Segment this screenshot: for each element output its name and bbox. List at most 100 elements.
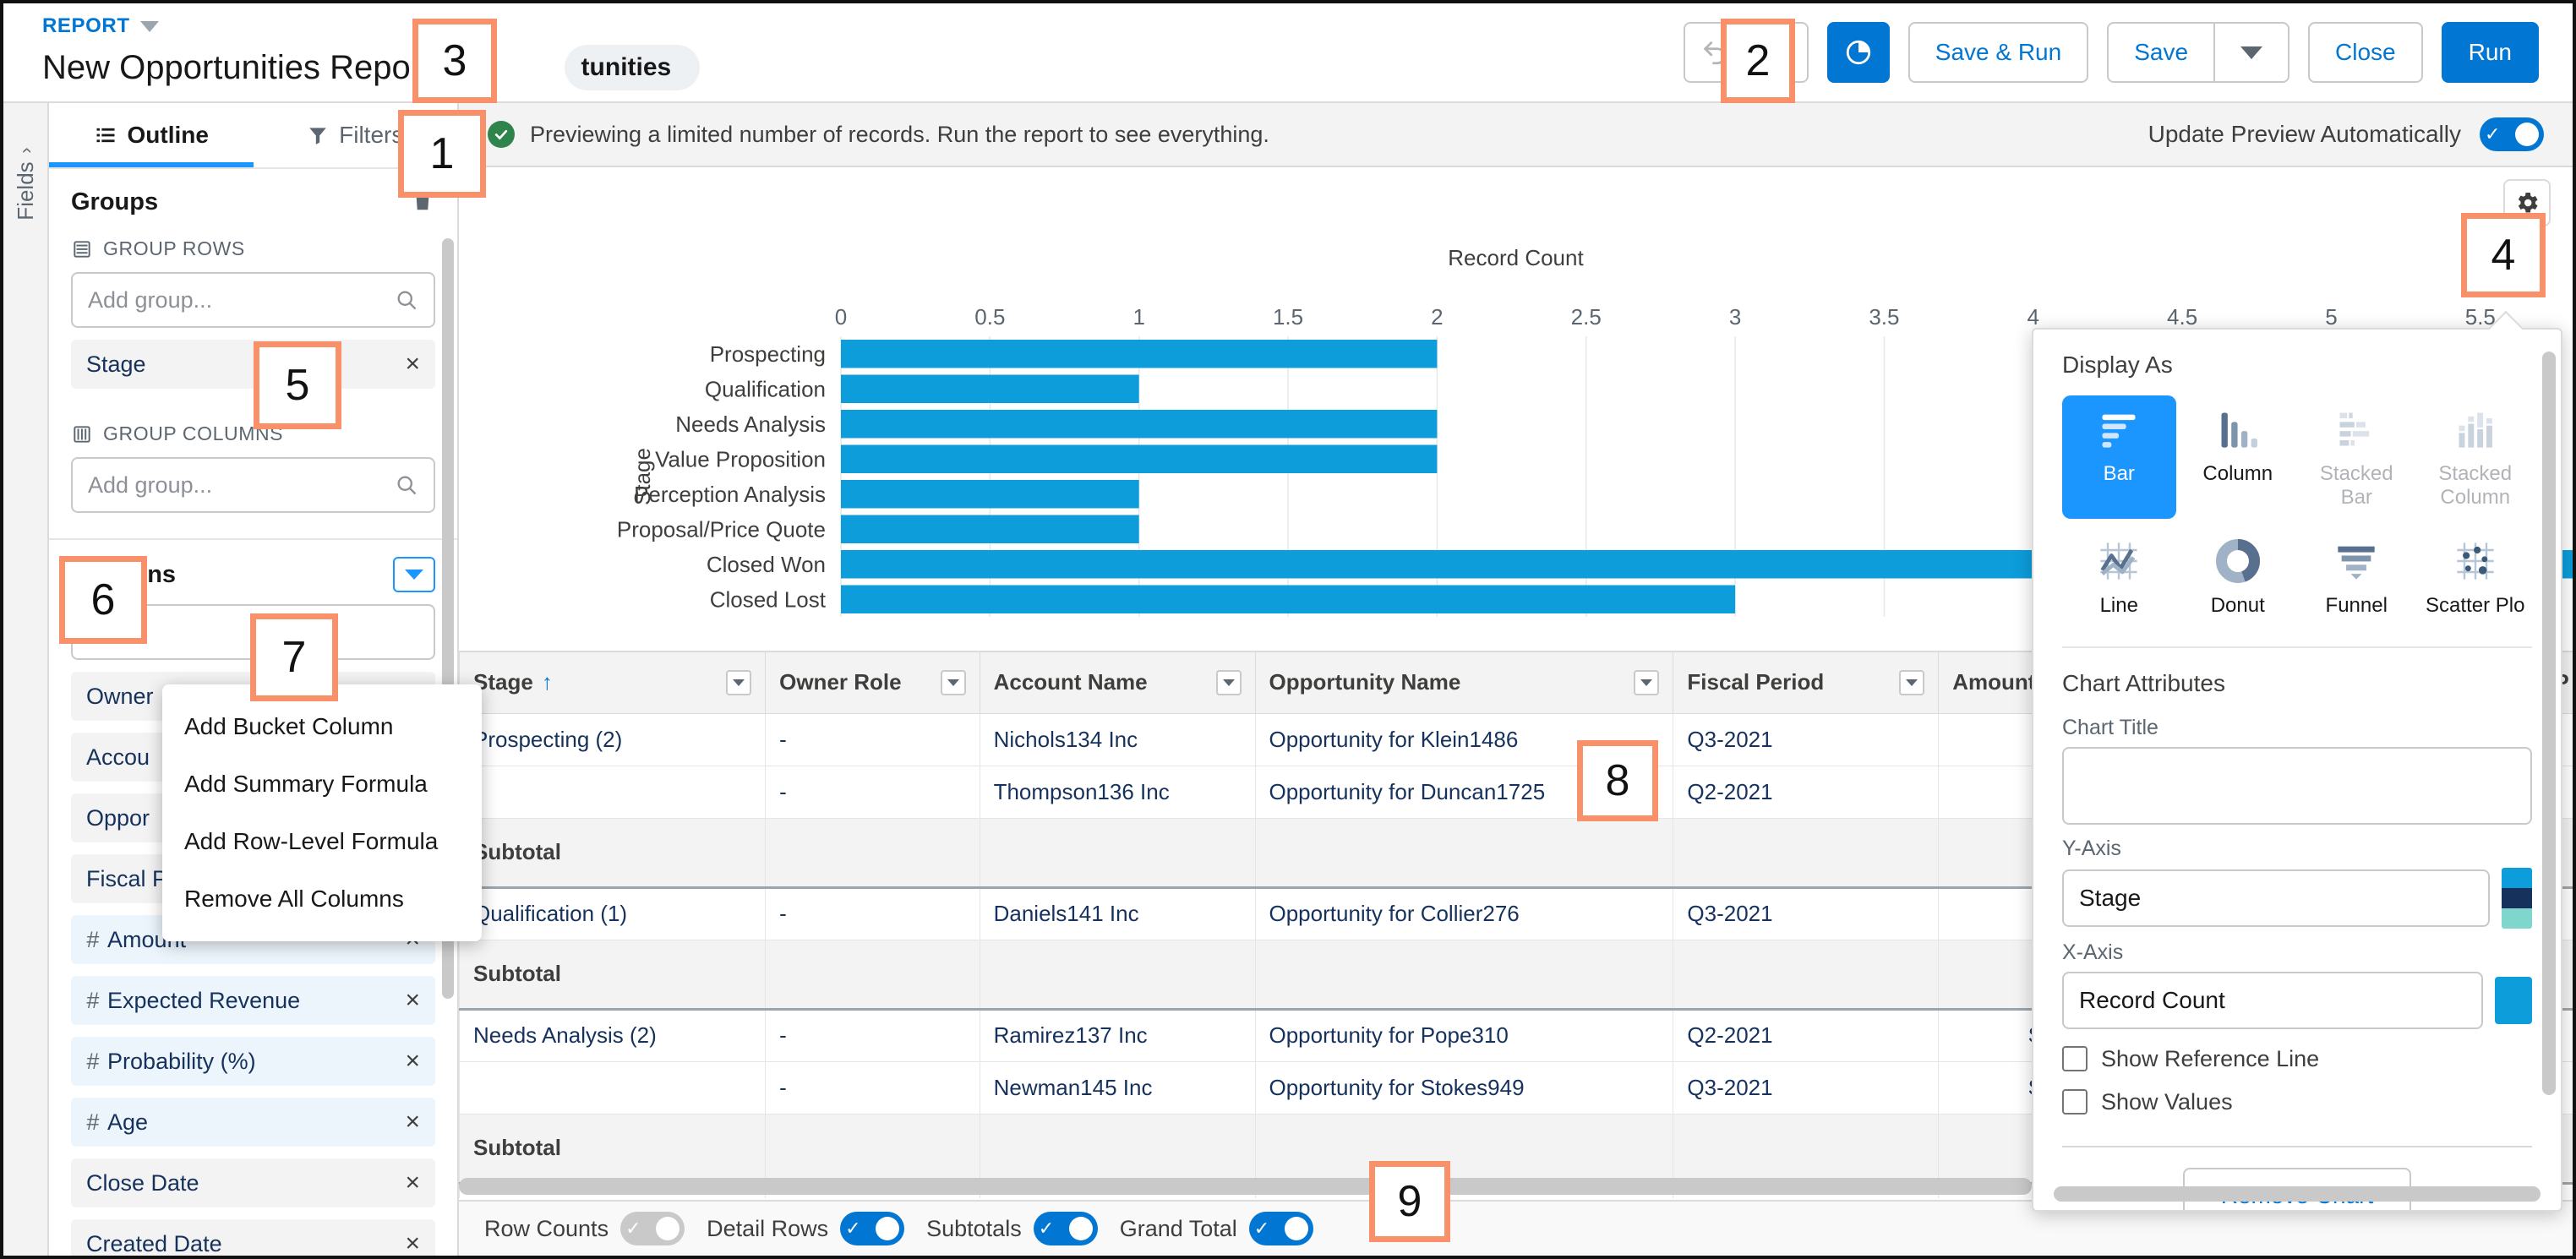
column-item-label: Oppor [86,804,150,831]
detail-rows-toggle[interactable]: ✓ [840,1212,905,1245]
column-item-label: Close Date [86,1169,199,1196]
chart-type-line[interactable]: Line [2062,527,2176,628]
chart-panel-scrollbar[interactable] [2542,352,2556,1095]
save-menu-button[interactable] [2215,22,2290,83]
chevron-down-icon [405,570,423,580]
cell-group: Subtotal [459,939,767,1010]
remove-column-icon[interactable]: × [405,1108,420,1136]
column-menu-icon[interactable] [726,669,752,695]
column-menu-icon[interactable] [1215,669,1242,695]
toggle-knob [2515,123,2539,146]
save-button[interactable]: Save [2107,22,2216,83]
close-button[interactable]: Close [2308,22,2423,83]
chart-title-label: Chart Title [2062,715,2158,739]
cell-opportunity [1254,1113,1674,1184]
column-menu-icon[interactable] [1899,669,1925,695]
table-horizontal-scrollbar[interactable] [459,1178,2032,1195]
chart-type-stacked-bar: Stacked Bar [2300,395,2414,519]
columns-dropdown-menu: Add Bucket Column Add Summary Formula Ad… [162,684,482,941]
column-item[interactable]: Close Date × [71,1158,435,1207]
menu-item-add-bucket-column[interactable]: Add Bucket Column [162,698,482,755]
chart-bar[interactable] [841,515,1139,544]
menu-item-add-row-level-formula[interactable]: Add Row-Level Formula [162,813,482,870]
header-inner: Stage ↑ [473,669,752,695]
fields-rail[interactable]: Fields › [3,103,49,1256]
cell-group [459,1060,767,1115]
line-chart-icon [2097,539,2141,587]
cell-account: Nichols134 Inc [979,712,1256,766]
outline-filters-tabs: Outline Filters [49,103,457,169]
cell-fiscal [1673,1113,1940,1184]
remove-column-icon[interactable]: × [405,1229,420,1256]
update-preview-toggle[interactable]: ✓ [2480,117,2544,151]
report-type-label[interactable]: REPORT [42,14,700,38]
column-item[interactable]: # Age × [71,1098,435,1147]
x-axis-color-swatch[interactable] [2495,976,2532,1024]
table-column-header[interactable]: Stage ↑ [459,652,767,714]
toggle-check-icon: ✓ [845,1218,861,1239]
subtotals-toggle[interactable]: ✓ [1033,1212,1098,1245]
cell-owner_role: - [765,1008,980,1062]
title-row: New Opportunities Report tunities [42,45,701,90]
x-axis-input[interactable]: Record Count [2062,971,2483,1029]
show-reference-line-row[interactable]: Show Reference Line [2062,1046,2532,1072]
chart-bar[interactable] [841,444,1438,474]
add-group-columns-placeholder: Add group... [88,471,213,498]
chart-type-scatter-plo[interactable]: Scatter Plo [2419,527,2533,628]
table-column-header[interactable]: Account Name [979,652,1256,714]
chart-bar[interactable] [841,585,1736,614]
success-check-icon [488,121,515,148]
chart-type-funnel[interactable]: Funnel [2300,527,2414,628]
chevron-down-icon[interactable] [139,20,159,32]
column-item[interactable]: Created Date × [71,1219,435,1256]
header-label-wrap: Account Name [994,669,1148,695]
table-column-header[interactable]: Owner Role [765,652,980,714]
chart-panel-horizontal-scrollbar[interactable] [2054,1186,2541,1202]
remove-column-icon[interactable]: × [405,986,420,1015]
column-menu-icon[interactable] [1634,669,1660,695]
chart-type-column[interactable]: Column [2181,395,2295,519]
tab-outline[interactable]: Outline [49,103,254,168]
add-group-columns-input[interactable]: Add group... [71,457,435,513]
cell-opportunity: Opportunity for Collier276 [1254,886,1674,940]
menu-item-add-summary-formula[interactable]: Add Summary Formula [162,755,482,813]
chevron-down-icon [2240,46,2263,59]
chart-type-bar[interactable]: Bar [2062,395,2176,520]
y-axis-input[interactable]: Stage [2062,869,2490,927]
remove-column-icon[interactable]: × [405,1047,420,1076]
column-item[interactable]: # Probability (%) × [71,1037,435,1086]
add-group-rows-input[interactable]: Add group... [71,272,435,328]
table-column-header[interactable]: Fiscal Period [1673,652,1940,714]
column-item[interactable]: # Expected Revenue × [71,976,435,1025]
chart-bar[interactable] [841,340,1438,368]
save-button-group: Save [2107,22,2290,83]
show-reference-line-checkbox[interactable] [2062,1046,2088,1072]
menu-item-remove-all-columns[interactable]: Remove All Columns [162,870,482,928]
table-column-header[interactable]: Opportunity Name [1254,652,1674,714]
grand-total-toggle[interactable]: ✓ [1248,1212,1313,1245]
chart-title-input[interactable] [2062,746,2532,825]
chart-bar[interactable] [841,480,1139,509]
cell-owner_role [765,817,980,888]
y-axis-color-swatch[interactable] [2502,867,2532,929]
header-inner: Account Name [994,669,1242,695]
column-item-label-wrap: Owner [86,684,154,710]
row-counts-toggle[interactable]: ✓ [620,1212,685,1245]
column-item-label: Age [107,1109,149,1135]
remove-column-icon[interactable]: × [405,1169,420,1197]
chart-bar[interactable] [841,374,1139,404]
toggle-chart-button[interactable] [1826,22,1890,83]
show-values-checkbox[interactable] [2062,1089,2088,1115]
chart-bar[interactable] [841,410,1438,439]
show-values-row[interactable]: Show Values [2062,1089,2532,1115]
x-axis-tick-label: 2.5 [1571,304,1602,330]
tab-filters-label: Filters [339,122,404,148]
save-and-run-button[interactable]: Save & Run [1907,22,2089,83]
rows-icon [74,240,90,258]
run-button[interactable]: Run [2441,22,2539,83]
columns-menu-button[interactable] [393,557,435,592]
column-menu-icon[interactable] [940,669,966,695]
sort-ascending-icon[interactable]: ↑ [542,669,553,695]
chart-type-donut[interactable]: Donut [2181,527,2295,628]
remove-group-icon[interactable]: × [405,350,420,379]
